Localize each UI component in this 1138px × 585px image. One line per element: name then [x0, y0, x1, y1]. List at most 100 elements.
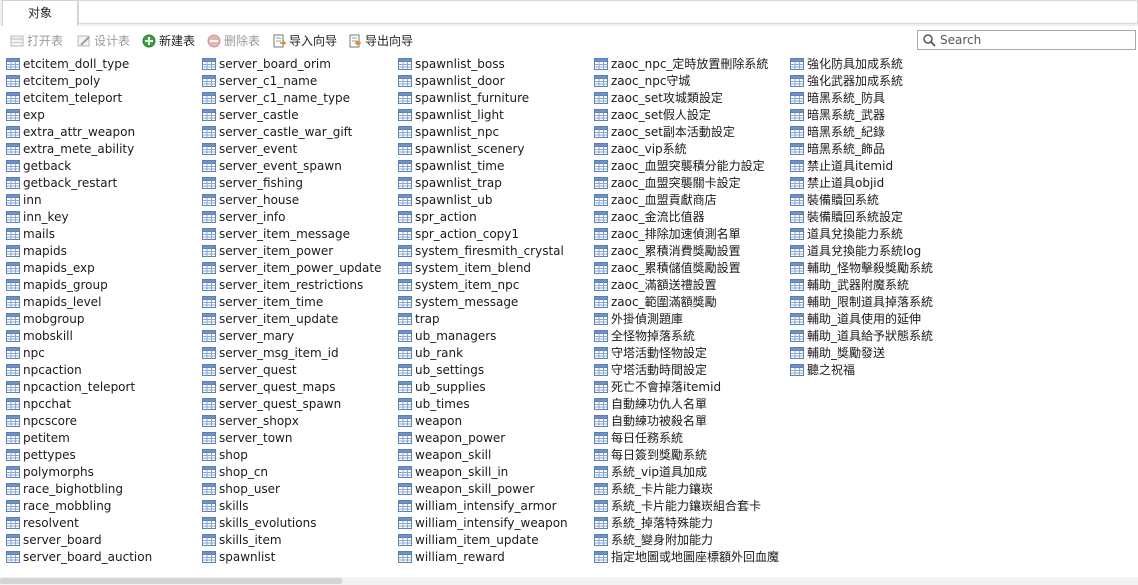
table-list-item[interactable]: polymorphs [6, 463, 94, 480]
table-list-item[interactable]: spawnlist_ub [398, 191, 493, 208]
table-list-item[interactable]: 死亡不會掉落itemid [594, 378, 721, 395]
table-list-item[interactable]: etcitem_poly [6, 72, 100, 89]
table-list-item[interactable]: extra_attr_weapon [6, 123, 135, 140]
horizontal-scrollbar[interactable] [0, 577, 1138, 585]
table-list-item[interactable]: server_event [202, 140, 297, 157]
table-list-item[interactable]: spr_action_copy1 [398, 225, 519, 242]
table-list-item[interactable]: 暗黑系統_紀錄 [790, 123, 885, 140]
table-list-item[interactable]: 外掛偵測題庫 [594, 310, 683, 327]
table-list-item[interactable]: server_item_restrictions [202, 276, 363, 293]
search-input[interactable] [940, 32, 1130, 48]
table-list-item[interactable]: server_quest [202, 361, 297, 378]
table-list-item[interactable]: petitem [6, 429, 70, 446]
table-list-item[interactable]: 暗黑系統_武器 [790, 106, 885, 123]
tab-objects[interactable]: 对象 [2, 0, 78, 26]
table-list-item[interactable]: server_shopx [202, 412, 299, 429]
table-list-item[interactable]: weapon [398, 412, 462, 429]
table-list-item[interactable]: ub_times [398, 395, 470, 412]
table-list-item[interactable]: server_house [202, 191, 299, 208]
table-list-item[interactable]: shop_user [202, 480, 280, 497]
table-list-item[interactable]: skills_item [202, 531, 282, 548]
table-list-item[interactable]: william_intensify_armor [398, 497, 557, 514]
table-list-item[interactable]: zaoc_血盟突襲關卡設定 [594, 174, 741, 191]
table-list-item[interactable]: 禁止道具objid [790, 174, 884, 191]
table-list-item[interactable]: inn_key [6, 208, 69, 225]
table-list-item[interactable]: server_c1_name [202, 72, 317, 89]
table-list-item[interactable]: shop [202, 446, 248, 463]
table-list-item[interactable]: mobgroup [6, 310, 85, 327]
table-list-item[interactable]: inn [6, 191, 42, 208]
table-list-item[interactable]: 全怪物掉落系統 [594, 327, 695, 344]
table-list-item[interactable]: zaoc_累積儲值獎勵設置 [594, 259, 741, 276]
table-list-item[interactable]: spr_action [398, 208, 477, 225]
table-list-item[interactable]: 守塔活動怪物設定 [594, 344, 707, 361]
table-list-item[interactable]: server_town [202, 429, 292, 446]
table-list-item[interactable]: mobskill [6, 327, 73, 344]
table-list-item[interactable]: zaoc_血盟貢獻商店 [594, 191, 717, 208]
new-table-button[interactable]: 新建表 [142, 32, 195, 50]
table-list-item[interactable]: 系統_卡片能力鑲崁組合套卡 [594, 497, 761, 514]
table-list-item[interactable]: 每日任務系統 [594, 429, 683, 446]
table-list-item[interactable]: server_board_auction [6, 548, 152, 565]
table-list-item[interactable]: 道具兌換能力系統 [790, 225, 903, 242]
table-list-item[interactable]: zaoc_set攻城類設定 [594, 89, 723, 106]
table-list-item[interactable]: spawnlist_boss [398, 55, 505, 72]
table-list-item[interactable]: ub_rank [398, 344, 463, 361]
table-list-item[interactable]: zaoc_npc_定時放置刪除系統 [594, 55, 768, 72]
table-list-item[interactable]: weapon_skill_in [398, 463, 508, 480]
table-list-item[interactable]: etcitem_teleport [6, 89, 122, 106]
table-list-item[interactable]: server_quest_spawn [202, 395, 341, 412]
table-list-item[interactable]: 聽之祝福 [790, 361, 855, 378]
table-list-item[interactable]: 暗黑系統_防具 [790, 89, 885, 106]
table-list-item[interactable]: 輔助_獎勵發送 [790, 344, 885, 361]
table-list-item[interactable]: 每日簽到獎勵系統 [594, 446, 707, 463]
import-wizard-button[interactable]: 导入向导 [272, 32, 337, 50]
table-list-item[interactable]: server_msg_item_id [202, 344, 339, 361]
table-list-item[interactable]: npc [6, 344, 45, 361]
table-list-item[interactable]: shop_cn [202, 463, 268, 480]
table-list-item[interactable]: ub_managers [398, 327, 496, 344]
table-list-item[interactable]: extra_mete_ability [6, 140, 134, 157]
table-list-item[interactable]: 系統_掉落特殊能力 [594, 514, 713, 531]
table-list-item[interactable]: race_mobbling [6, 497, 111, 514]
table-list-item[interactable]: spawnlist [202, 548, 275, 565]
table-list-item[interactable]: 系統_變身附加能力 [594, 531, 713, 548]
table-list-item[interactable]: spawnlist_furniture [398, 89, 529, 106]
table-list-item[interactable]: william_reward [398, 548, 505, 565]
table-list-item[interactable]: race_bighotbling [6, 480, 123, 497]
design-table-button[interactable]: 设计表 [77, 32, 130, 50]
table-list-item[interactable]: 強化武器加成系統 [790, 72, 903, 89]
table-list-item[interactable]: zaoc_set副本活動設定 [594, 123, 735, 140]
open-table-button[interactable]: 打开表 [10, 32, 63, 50]
export-wizard-button[interactable]: 导出向导 [348, 32, 413, 50]
table-list-item[interactable]: 輔助_道具使用的延伸 [790, 310, 921, 327]
table-list-item[interactable]: zaoc_範圍滿額獎勵 [594, 293, 717, 310]
table-list-item[interactable]: spawnlist_time [398, 157, 504, 174]
table-list-item[interactable]: server_c1_name_type [202, 89, 350, 106]
table-list-item[interactable]: zaoc_累積消費獎勵設置 [594, 242, 741, 259]
table-list-item[interactable]: weapon_skill [398, 446, 491, 463]
table-list-item[interactable]: server_fishing [202, 174, 303, 191]
table-list-item[interactable]: npcchat [6, 395, 71, 412]
table-list-item[interactable]: 裝備贖回系統設定 [790, 208, 903, 225]
table-list-item[interactable]: server_event_spawn [202, 157, 342, 174]
table-list-item[interactable]: system_message [398, 293, 518, 310]
table-list-item[interactable]: mapids_exp [6, 259, 95, 276]
table-list-item[interactable]: resolvent [6, 514, 79, 531]
table-list-item[interactable]: server_item_power [202, 242, 333, 259]
table-list-item[interactable]: 禁止道具itemid [790, 157, 893, 174]
table-list-item[interactable]: etcitem_doll_type [6, 55, 129, 72]
table-list-item[interactable]: 輔助_武器附魔系統 [790, 276, 909, 293]
table-list-item[interactable]: 裝備贖回系統 [790, 191, 879, 208]
table-list-item[interactable]: npcaction [6, 361, 82, 378]
table-list-item[interactable]: zaoc_滿額送禮設置 [594, 276, 717, 293]
table-list-item[interactable]: npcaction_teleport [6, 378, 135, 395]
table-list-item[interactable]: ub_settings [398, 361, 484, 378]
table-list-item[interactable]: mapids_group [6, 276, 108, 293]
table-list-item[interactable]: server_board [6, 531, 102, 548]
table-list-item[interactable]: william_intensify_weapon [398, 514, 568, 531]
table-list-item[interactable]: system_firesmith_crystal [398, 242, 564, 259]
table-list-item[interactable]: server_item_power_update [202, 259, 381, 276]
table-list-item[interactable]: spawnlist_trap [398, 174, 502, 191]
table-list-item[interactable]: 強化防具加成系統 [790, 55, 903, 72]
